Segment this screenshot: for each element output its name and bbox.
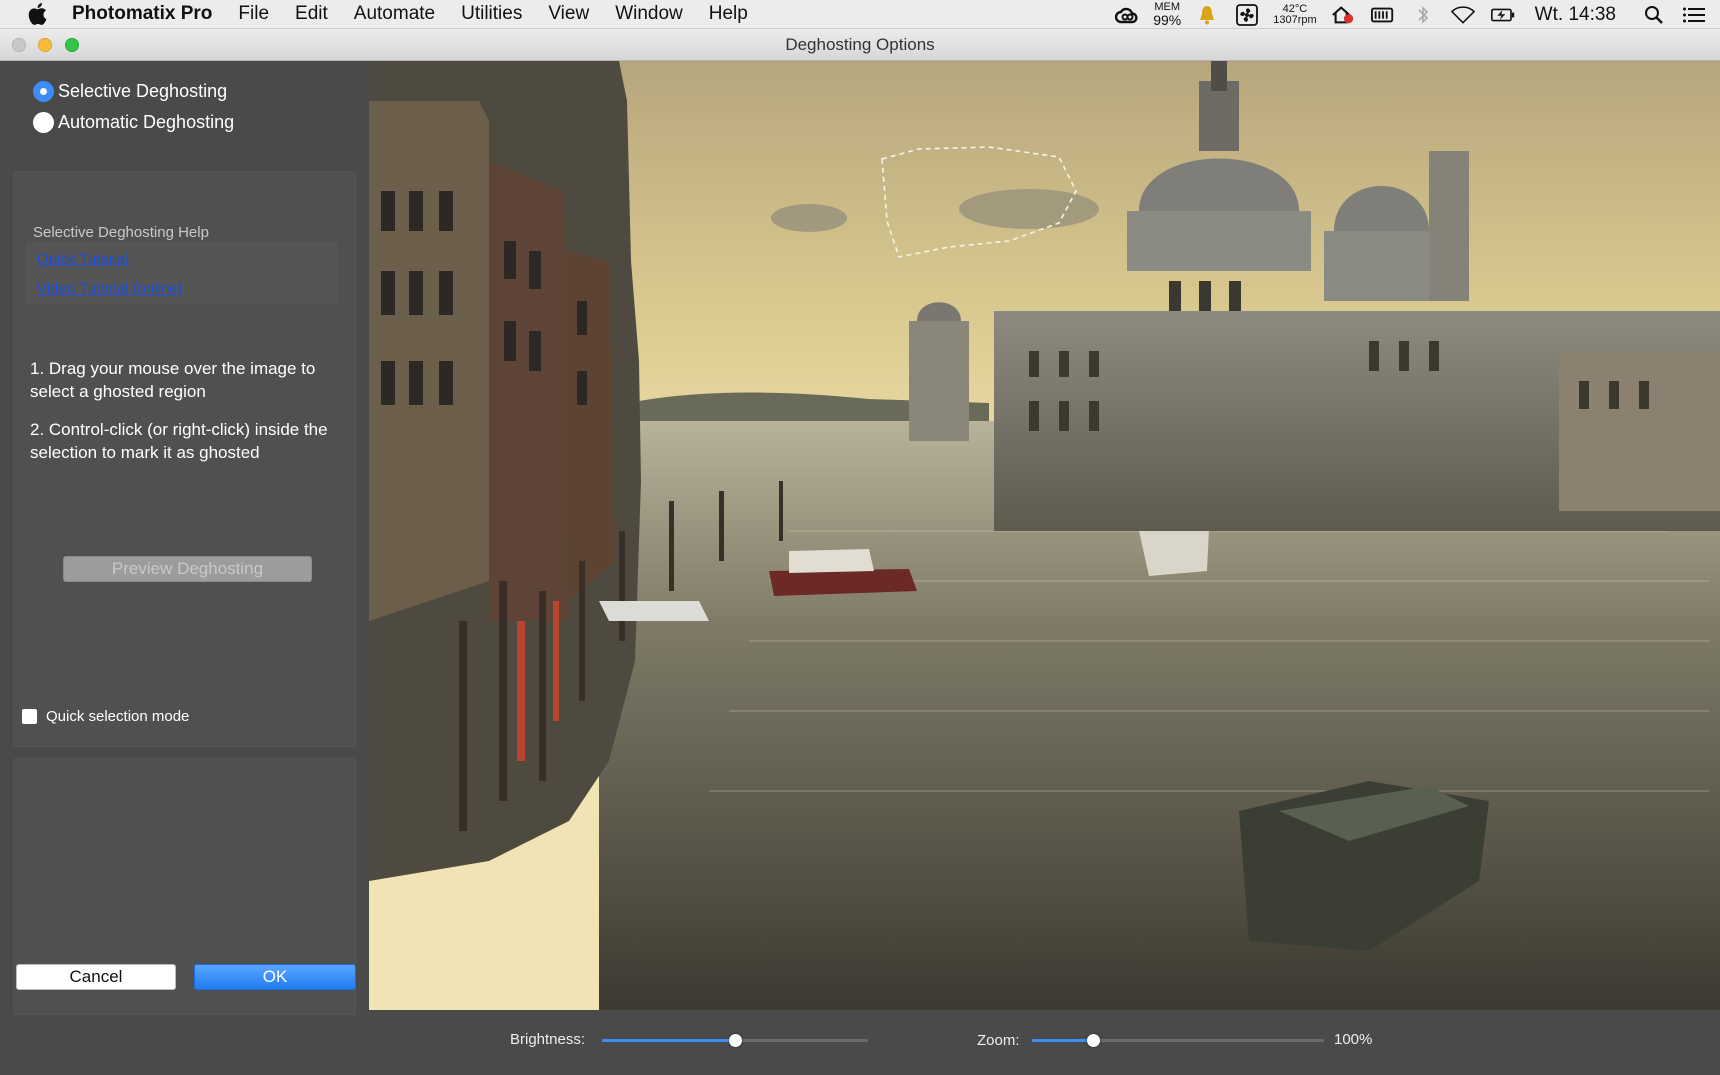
zoom-label: Zoom:: [977, 1032, 1020, 1049]
zoom-slider-knob[interactable]: [1087, 1034, 1100, 1047]
image-preview-canvas[interactable]: [369, 61, 1720, 1010]
menu-help[interactable]: Help: [709, 3, 748, 25]
selective-deghosting-radio[interactable]: [33, 81, 54, 102]
cancel-button[interactable]: Cancel: [16, 964, 176, 990]
automatic-deghosting-option[interactable]: Automatic Deghosting: [33, 112, 234, 133]
temperature-value: 42°C: [1282, 2, 1308, 15]
zoom-slider[interactable]: [1032, 1033, 1324, 1047]
zoom-value: 100%: [1334, 1031, 1373, 1048]
quick-tutorial-link[interactable]: Quick Tutorial: [37, 251, 129, 268]
mem-value: 99%: [1153, 12, 1182, 28]
ok-button[interactable]: OK: [194, 964, 356, 990]
instruction-step-1: 1. Drag your mouse over the image to sel…: [30, 359, 316, 401]
venice-grand-canal-photo[interactable]: [369, 61, 1720, 1010]
mem-monitor[interactable]: MEM 99%: [1153, 2, 1182, 28]
menu-utilities[interactable]: Utilities: [461, 3, 522, 25]
brightness-slider-fill: [602, 1039, 735, 1042]
quick-selection-checkbox[interactable]: [22, 709, 37, 724]
brightness-slider[interactable]: [602, 1033, 868, 1047]
app-name-menu[interactable]: Photomatix Pro: [72, 3, 212, 25]
video-tutorial-link[interactable]: Video Tutorial (online): [37, 280, 183, 297]
menu-edit[interactable]: Edit: [295, 3, 328, 25]
wifi-icon[interactable]: [1450, 4, 1475, 26]
help-section-title: Selective Deghosting Help: [33, 224, 209, 241]
apple-menu-icon[interactable]: [24, 1, 50, 27]
spotlight-search-icon[interactable]: [1642, 4, 1666, 26]
preview-deghosting-button[interactable]: Preview Deghosting: [63, 556, 312, 582]
window-titlebar: Deghosting Options: [0, 29, 1720, 61]
instruction-step-2: 2. Control-click (or right-click) inside…: [30, 420, 328, 462]
menu-automate[interactable]: Automate: [354, 3, 435, 25]
menubar-clock[interactable]: Wt. 14:38: [1535, 4, 1616, 26]
window-title: Deghosting Options: [785, 35, 935, 54]
menu-file[interactable]: File: [238, 3, 269, 25]
quick-selection-option[interactable]: Quick selection mode: [22, 708, 189, 725]
brightness-slider-knob[interactable]: [729, 1034, 742, 1047]
status-area: MEM 99% 42°C 1307rpm Wt. 14:38: [1107, 0, 1720, 29]
notification-center-icon[interactable]: [1682, 4, 1706, 26]
fan-rpm-value: 1307rpm: [1273, 13, 1317, 26]
quick-selection-label[interactable]: Quick selection mode: [46, 708, 189, 725]
battery-meter-icon[interactable]: [1370, 4, 1395, 26]
menu-view[interactable]: View: [548, 3, 589, 25]
selective-deghosting-label[interactable]: Selective Deghosting: [58, 81, 227, 102]
automatic-deghosting-radio[interactable]: [33, 112, 54, 133]
help-links-box: Quick Tutorial Video Tutorial (online): [26, 242, 338, 304]
temperature-monitor[interactable]: 42°C 1307rpm: [1273, 2, 1317, 26]
notification-bell-icon[interactable]: [1195, 4, 1219, 26]
automatic-deghosting-label[interactable]: Automatic Deghosting: [58, 112, 234, 133]
home-alert-icon[interactable]: [1331, 4, 1355, 26]
menu-window[interactable]: Window: [615, 3, 683, 25]
selective-deghosting-option[interactable]: Selective Deghosting: [33, 81, 227, 102]
zoom-slider-fill: [1032, 1039, 1093, 1042]
deghosting-options-panel: Selective Deghosting Automatic Deghostin…: [0, 61, 369, 1075]
brightness-label: Brightness:: [510, 1031, 586, 1048]
battery-charging-icon[interactable]: [1490, 4, 1515, 26]
fan-icon[interactable]: [1235, 3, 1259, 26]
bluetooth-icon[interactable]: [1411, 4, 1435, 26]
creative-cloud-icon[interactable]: [1115, 4, 1139, 26]
macos-menubar: Photomatix Pro File Edit Automate Utilit…: [0, 0, 1720, 29]
